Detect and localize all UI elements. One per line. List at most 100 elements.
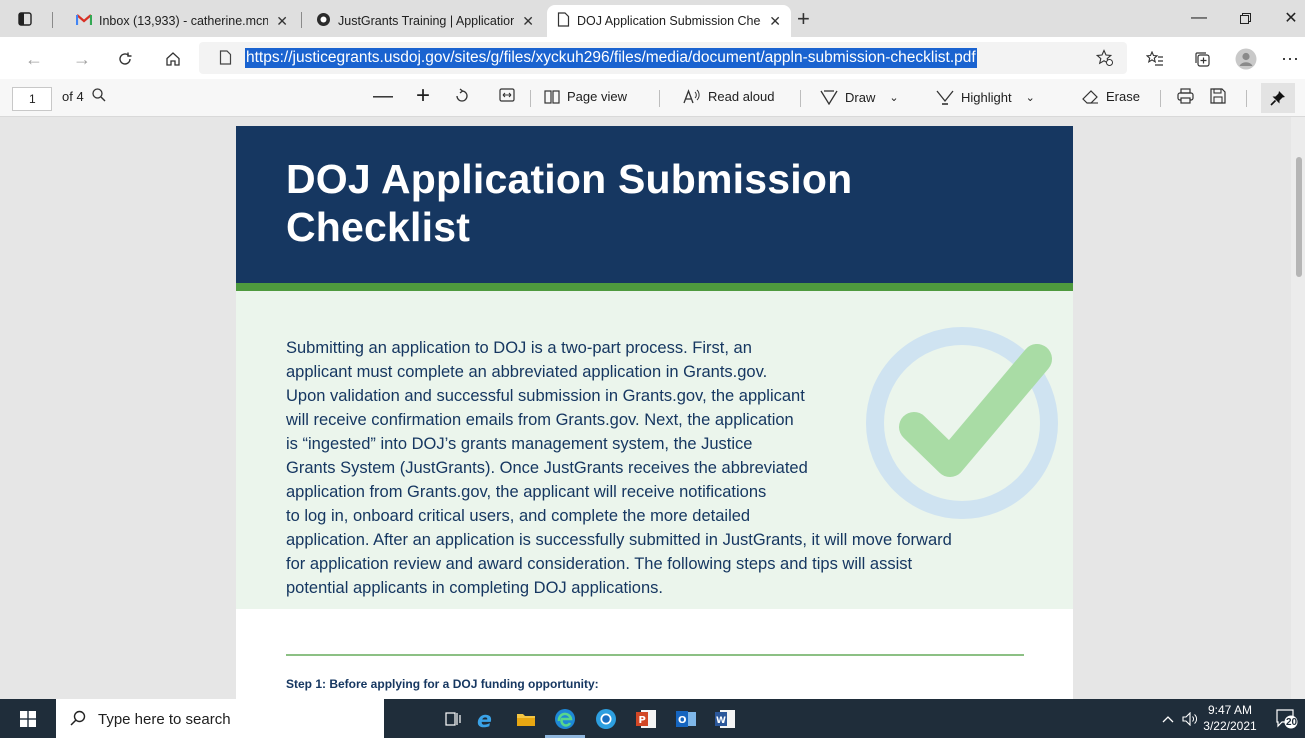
find-icon[interactable] bbox=[92, 88, 113, 102]
restore-button[interactable] bbox=[1222, 4, 1268, 32]
highlight-button[interactable]: Highlight ⌄ bbox=[936, 89, 1035, 105]
tab-doj-checklist[interactable]: DOJ Application Submission Checklist ✕ bbox=[547, 5, 791, 37]
intro-line: potential applicants in completing DOJ a… bbox=[286, 579, 663, 597]
scrollbar-thumb[interactable] bbox=[1296, 157, 1302, 277]
intro-line: application. After an application is suc… bbox=[286, 531, 952, 549]
close-tab-icon[interactable]: ✕ bbox=[276, 13, 288, 30]
document-title: DOJ Application Submission Checklist bbox=[286, 155, 1006, 251]
svg-text:W: W bbox=[716, 716, 726, 726]
svg-text:P: P bbox=[639, 715, 646, 726]
chevron-down-icon[interactable]: ⌄ bbox=[1026, 91, 1035, 104]
minimize-button[interactable]: — bbox=[1176, 4, 1222, 32]
new-tab-button[interactable]: + bbox=[797, 6, 810, 32]
navigation-bar: ← → https://justicegrants.usdoj.gov/site… bbox=[0, 37, 1305, 79]
profile-avatar-icon[interactable] bbox=[1232, 45, 1260, 73]
tab-justgrants[interactable]: JustGrants Training | Application ✕ bbox=[306, 5, 544, 37]
clock-time: 9:47 AM bbox=[1207, 703, 1253, 717]
intro-line: to log in, onboard critical users, and c… bbox=[286, 507, 751, 525]
search-placeholder: Type here to search bbox=[98, 711, 231, 728]
document-title-line: Checklist bbox=[286, 204, 471, 250]
page-view-icon bbox=[544, 89, 560, 104]
address-bar[interactable]: https://justicegrants.usdoj.gov/sites/g/… bbox=[199, 42, 1127, 74]
toolbar-separator bbox=[530, 90, 531, 107]
page-count: of 4 bbox=[62, 89, 84, 104]
more-options-icon[interactable]: ⋯ bbox=[1276, 45, 1304, 73]
document-icon bbox=[557, 12, 570, 30]
toolbar-separator bbox=[1246, 90, 1247, 107]
pin-toolbar-button[interactable] bbox=[1261, 83, 1295, 113]
system-clock[interactable]: 9:47 AM 3/22/2021 bbox=[1200, 702, 1260, 734]
zoom-out-button[interactable]: — bbox=[373, 85, 393, 108]
chrome-icon[interactable] bbox=[594, 707, 618, 731]
save-icon[interactable] bbox=[1210, 88, 1233, 104]
close-window-button[interactable]: ✕ bbox=[1268, 4, 1305, 32]
intro-line: applicant must complete an abbreviated a… bbox=[286, 363, 768, 381]
edge-browser-icon[interactable] bbox=[553, 707, 577, 731]
intro-section: Submitting an application to DOJ is a tw… bbox=[236, 291, 1073, 609]
vertical-scrollbar[interactable] bbox=[1291, 117, 1305, 699]
draw-button[interactable]: Draw ⌄ bbox=[820, 89, 899, 105]
print-icon[interactable] bbox=[1177, 88, 1201, 104]
home-button[interactable] bbox=[159, 45, 187, 73]
step1-heading: Step 1: Before applying for a DOJ fundin… bbox=[286, 677, 599, 691]
tab-actions-icon[interactable] bbox=[14, 8, 36, 30]
pin-icon bbox=[1270, 91, 1285, 106]
chevron-down-icon[interactable]: ⌄ bbox=[889, 91, 898, 104]
page-view-button[interactable]: Page view bbox=[544, 89, 627, 104]
file-info-icon[interactable] bbox=[219, 50, 232, 70]
eraser-icon bbox=[1082, 90, 1098, 104]
erase-label: Erase bbox=[1106, 89, 1140, 104]
intro-line: Upon validation and successful submissio… bbox=[286, 387, 805, 405]
tab-strip: Inbox (13,933) - catherine.mcnamara ✕ Ju… bbox=[0, 0, 1305, 37]
add-favorite-icon[interactable] bbox=[1095, 49, 1113, 71]
back-button[interactable]: ← bbox=[20, 45, 48, 73]
file-explorer-icon[interactable] bbox=[514, 707, 538, 731]
windows-start-icon[interactable] bbox=[20, 711, 36, 732]
pdf-viewer[interactable]: DOJ Application Submission Checklist Sub… bbox=[0, 117, 1305, 699]
intro-line: Grants System (JustGrants). Once JustGra… bbox=[286, 459, 808, 477]
url-text[interactable]: https://justicegrants.usdoj.gov/sites/g/… bbox=[245, 48, 977, 68]
zoom-in-button[interactable]: + bbox=[416, 82, 430, 110]
highlight-label: Highlight bbox=[961, 89, 1012, 105]
gmail-icon bbox=[75, 13, 93, 29]
toolbar-separator bbox=[659, 90, 660, 107]
notification-center-icon[interactable]: 20 bbox=[1276, 709, 1298, 734]
favorites-icon[interactable] bbox=[1141, 45, 1169, 73]
svg-text:e: e bbox=[477, 708, 492, 730]
powerpoint-icon[interactable]: P bbox=[634, 707, 658, 731]
tab-inbox[interactable]: Inbox (13,933) - catherine.mcnamara ✕ bbox=[66, 5, 298, 37]
internet-explorer-icon[interactable]: e bbox=[474, 707, 498, 731]
volume-icon[interactable] bbox=[1178, 707, 1202, 731]
windows-taskbar: Type here to search e P O W 9:47 AM 3/22… bbox=[0, 699, 1305, 738]
task-view-icon[interactable] bbox=[441, 707, 465, 731]
fit-to-width-icon[interactable] bbox=[499, 88, 522, 102]
svg-text:O: O bbox=[678, 715, 687, 726]
draw-icon bbox=[820, 90, 838, 105]
close-tab-icon[interactable]: ✕ bbox=[522, 13, 534, 30]
page-number-input[interactable]: 1 bbox=[12, 87, 52, 111]
read-aloud-icon bbox=[683, 89, 700, 104]
tab-title: Inbox (13,933) - catherine.mcnamara bbox=[99, 14, 269, 28]
intro-paragraph: Submitting an application to DOJ is a tw… bbox=[286, 336, 1026, 600]
erase-button[interactable]: Erase bbox=[1082, 89, 1140, 104]
word-icon[interactable]: W bbox=[713, 707, 737, 731]
tab-separator bbox=[301, 12, 302, 28]
section-divider bbox=[286, 654, 1024, 656]
read-aloud-button[interactable]: Read aloud bbox=[683, 89, 775, 104]
rotate-icon[interactable] bbox=[454, 88, 477, 104]
page-view-label: Page view bbox=[567, 89, 627, 104]
close-tab-icon[interactable]: ✕ bbox=[769, 13, 781, 30]
draw-label: Draw bbox=[845, 89, 876, 105]
forward-button[interactable]: → bbox=[68, 45, 96, 73]
read-aloud-label: Read aloud bbox=[708, 89, 775, 104]
chevron-up-icon[interactable] bbox=[1156, 707, 1180, 731]
title-banner: DOJ Application Submission Checklist bbox=[236, 126, 1073, 283]
highlight-icon bbox=[936, 90, 954, 105]
outlook-icon[interactable]: O bbox=[674, 707, 698, 731]
intro-line: for application review and award conside… bbox=[286, 555, 913, 573]
collections-icon[interactable] bbox=[1188, 45, 1216, 73]
intro-line: is “ingested” into DOJ’s grants manageme… bbox=[286, 435, 753, 453]
refresh-button[interactable] bbox=[111, 45, 139, 73]
justgrants-icon bbox=[316, 12, 331, 30]
taskbar-search[interactable]: Type here to search bbox=[56, 699, 384, 738]
